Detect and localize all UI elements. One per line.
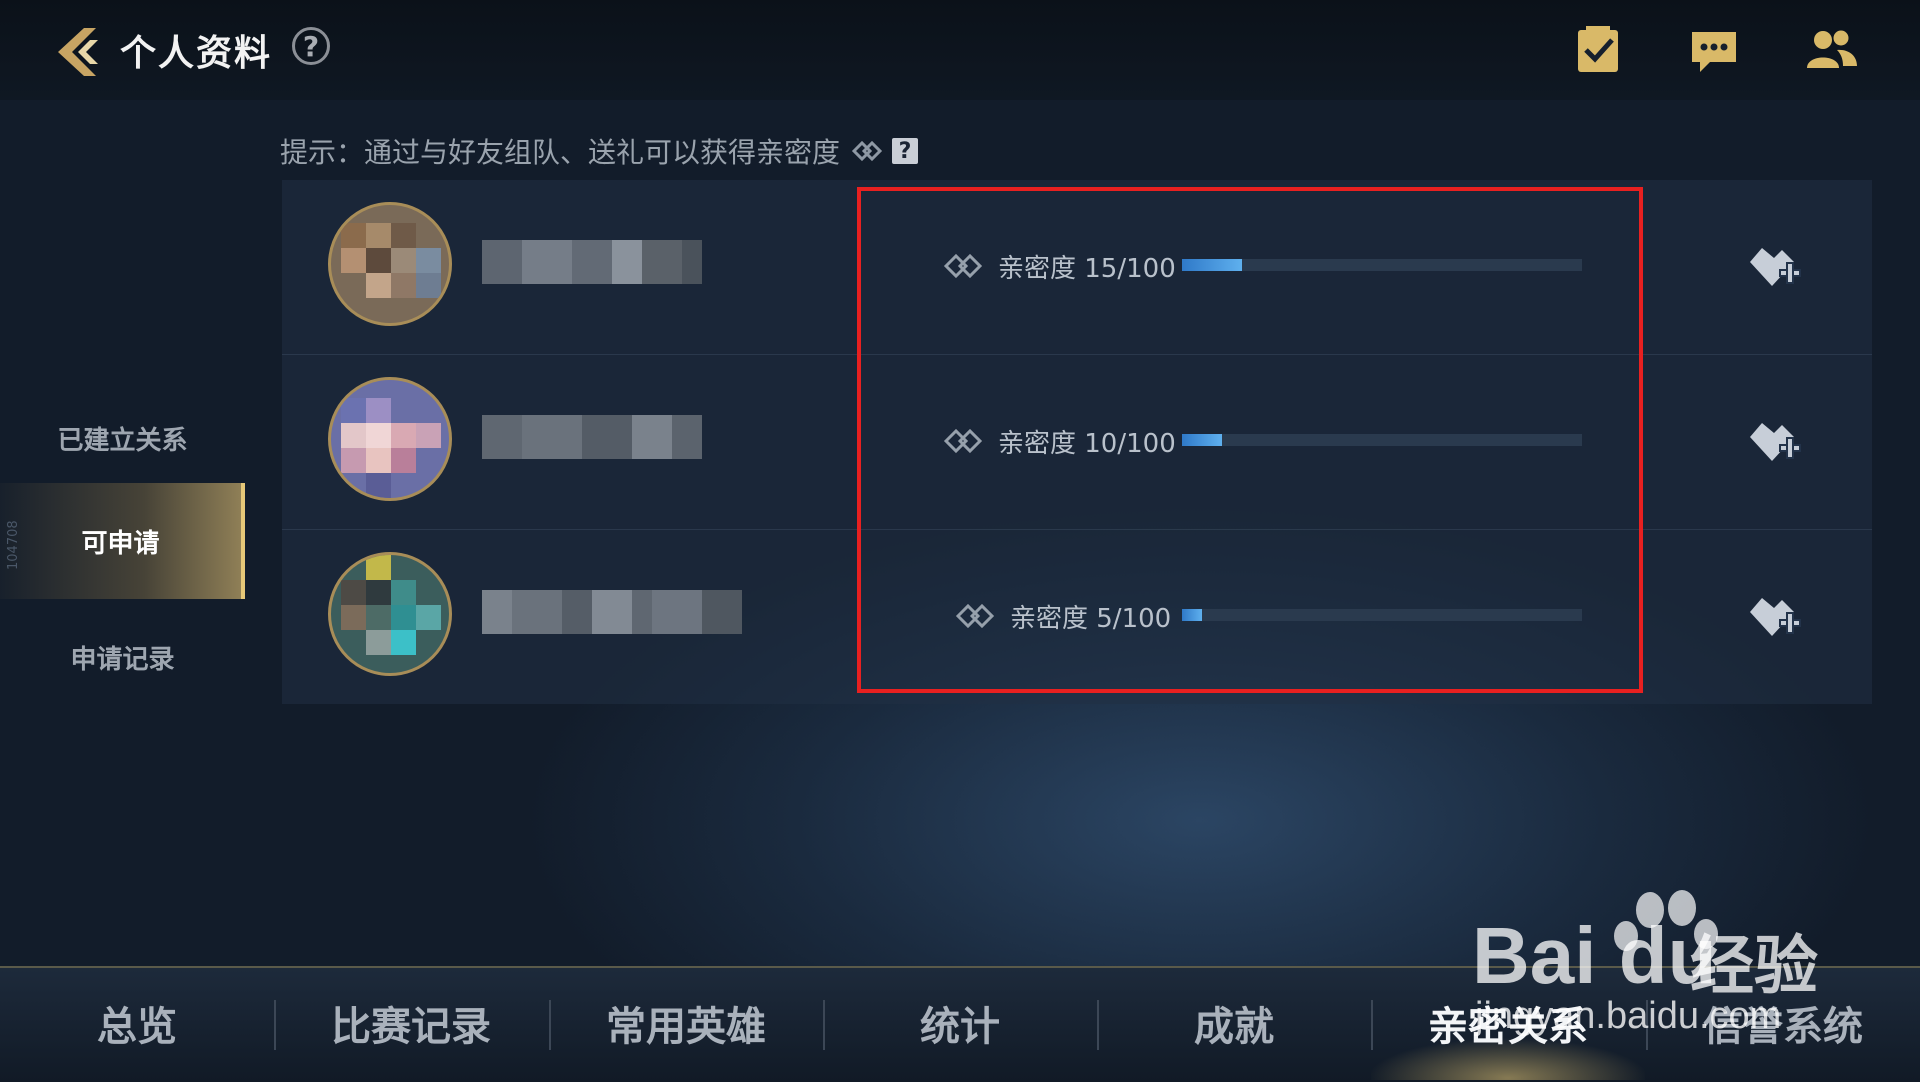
- watermark-brand: Bai du: [1472, 911, 1717, 1000]
- tab-label: 常用英雄: [606, 1004, 766, 1050]
- sidebar-item-applicable[interactable]: 可申请: [0, 483, 245, 599]
- add-intimacy-heart-icon[interactable]: [1742, 415, 1804, 469]
- player-name-blurred: [482, 240, 702, 284]
- hint-help-button[interactable]: ?: [892, 138, 919, 164]
- task-checklist-icon[interactable]: [1570, 22, 1626, 78]
- tab-common-heroes[interactable]: 常用英雄: [549, 966, 823, 1080]
- watermark-cn: 经验: [1690, 930, 1818, 1004]
- back-arrow-icon[interactable]: [50, 22, 106, 78]
- vertical-id-text: 104708: [6, 520, 21, 570]
- player-name-blurred: [482, 415, 702, 459]
- tab-match-records[interactable]: 比赛记录: [274, 966, 548, 1080]
- intimacy-icon: [851, 140, 883, 162]
- tab-label: 总览: [97, 1004, 177, 1050]
- avatar[interactable]: [328, 202, 452, 326]
- tab-overview[interactable]: 总览: [0, 966, 274, 1080]
- tab-statistics[interactable]: 统计: [823, 966, 1097, 1080]
- player-name-blurred: [482, 590, 742, 634]
- add-intimacy-heart-icon[interactable]: [1742, 240, 1804, 294]
- hint-text: 提示：通过与好友组队、送礼可以获得亲密度: [280, 136, 841, 169]
- sidebar-item-label: 可申请: [81, 528, 160, 559]
- friends-icon[interactable]: [1803, 22, 1859, 78]
- sidebar-item-label: 已建立关系: [57, 425, 188, 456]
- tab-achievements[interactable]: 成就: [1097, 966, 1371, 1080]
- hint-text-row: 提示：通过与好友组队、送礼可以获得亲密度 ?: [280, 131, 919, 171]
- sidebar-item-label: 申请记录: [70, 644, 175, 675]
- annotation-highlight-box: [857, 187, 1643, 693]
- sidebar: 已建立关系 可申请 申请记录: [0, 380, 245, 710]
- chat-icon[interactable]: [1686, 22, 1742, 78]
- watermark-url: jingyan.baidu.com: [1475, 995, 1782, 1037]
- top-bar: [0, 0, 1920, 100]
- tab-label: 比赛记录: [331, 1004, 491, 1050]
- page-title: 个人资料: [120, 33, 273, 74]
- tab-label: 统计: [920, 1004, 1000, 1050]
- sidebar-item-application-records[interactable]: 申请记录: [0, 599, 245, 715]
- help-button[interactable]: ?: [292, 27, 330, 65]
- avatar[interactable]: [328, 552, 452, 676]
- avatar[interactable]: [328, 377, 452, 501]
- tab-label: 成就: [1194, 1004, 1274, 1050]
- sidebar-item-established[interactable]: 已建立关系: [0, 380, 245, 496]
- add-intimacy-heart-icon[interactable]: [1742, 590, 1804, 644]
